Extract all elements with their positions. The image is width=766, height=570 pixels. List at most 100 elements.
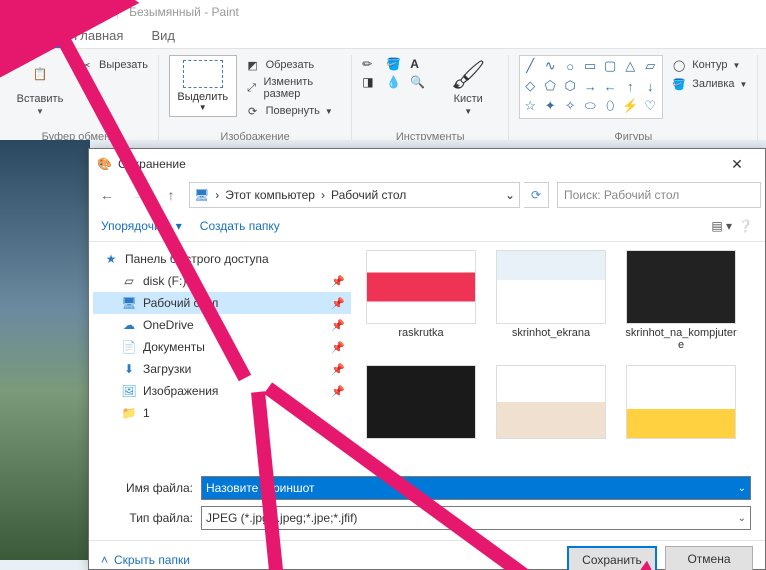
app-icon: 🎨 <box>6 4 22 20</box>
breadcrumb[interactable]: 🖥 › Этот компьютер › Рабочий стол ⌄ <box>189 182 520 208</box>
file-item[interactable] <box>493 365 609 439</box>
pin-icon: 📌 <box>331 363 345 376</box>
resize-button[interactable]: ⤢Изменить размер <box>245 76 342 100</box>
tab-file[interactable]: Файл <box>0 24 60 48</box>
brushes-button[interactable]: 🖌 Кисти ▼ <box>438 55 498 116</box>
file-item[interactable]: raskrutka <box>363 250 479 351</box>
select-button[interactable]: Выделить ▼ <box>169 55 237 117</box>
hide-folders-button[interactable]: ˄Скрыть папки <box>101 553 190 567</box>
pin-icon: 📌 <box>331 385 345 398</box>
crop-button[interactable]: ◩ Обрезать <box>245 57 342 73</box>
pencil-icon[interactable]: ✏ <box>362 57 382 71</box>
tree-desktop[interactable]: 🖥Рабочий стол📌 <box>93 292 351 314</box>
search-input[interactable]: Поиск: Рабочий стол <box>557 182 761 208</box>
bc-pc[interactable]: Этот компьютер <box>225 188 315 202</box>
filename-input[interactable]: Назовите скриншот⌄ <box>201 476 751 500</box>
brushes-label: Кисти <box>454 93 483 105</box>
eraser-icon[interactable]: ◨ <box>362 75 382 89</box>
dialog-nav: ← → ↑ 🖥 › Этот компьютер › Рабочий стол … <box>89 179 765 211</box>
forward-button[interactable]: → <box>125 183 153 207</box>
back-button[interactable]: ← <box>93 183 121 207</box>
file-name: raskrutka <box>398 327 443 339</box>
cancel-button[interactable]: Отмена <box>665 546 753 570</box>
help-button[interactable]: ❔ <box>738 219 753 233</box>
group-clipboard: 📋 Вставить ▼ ✂Вырезать Буфер обмена <box>0 55 159 147</box>
dialog-fields: Имя файла: Назовите скриншот⌄ Тип файла:… <box>89 470 765 540</box>
tree-pictures[interactable]: 🖼Изображения📌 <box>93 380 351 402</box>
file-name: skrinhot_ekrana <box>512 327 590 339</box>
search-placeholder: Поиск: Рабочий стол <box>564 188 679 202</box>
star-icon: ★ <box>103 251 119 267</box>
tree-onedrive[interactable]: ☁OneDrive📌 <box>93 314 351 336</box>
pin-icon: 📌 <box>331 341 345 354</box>
tree-quick-access[interactable]: ★Панель быстрого доступа <box>93 248 351 270</box>
paste-button[interactable]: 📋 Вставить ▼ <box>10 55 70 116</box>
rotate-button[interactable]: ⟳Повернуть ▼ <box>245 103 342 119</box>
zoom-icon[interactable]: 🔍 <box>410 75 430 89</box>
ribbon: 📋 Вставить ▼ ✂Вырезать Буфер обмена Выде… <box>0 49 766 148</box>
pc-icon: 🖥 <box>194 188 209 202</box>
window-title: Безымянный - Paint <box>129 5 239 19</box>
file-item[interactable] <box>363 365 479 439</box>
drive-icon: ▱ <box>121 273 137 289</box>
pin-icon: 📌 <box>331 275 345 288</box>
shapefill-label: Заливка <box>692 78 734 90</box>
outline-button[interactable]: ◯Контур ▼ <box>671 57 747 73</box>
outline-icon: ◯ <box>671 57 687 73</box>
outline-label: Контур <box>692 59 727 71</box>
file-name: skrinhot_na_kompjutere <box>623 327 739 351</box>
doc-icon: 📄 <box>121 339 137 355</box>
bc-desktop[interactable]: Рабочий стол <box>331 188 406 202</box>
file-item[interactable] <box>623 365 739 439</box>
organize-button[interactable]: Упорядочить ▾ <box>101 219 182 233</box>
shape-fill-button[interactable]: 🪣Заливка ▼ <box>671 76 747 92</box>
dialog-titlebar: 🎨 Сохранение ✕ <box>89 149 765 179</box>
tree-folder-1[interactable]: 📁1 <box>93 402 351 424</box>
nav-tree: ★Панель быстрого доступа ▱disk (F:)📌 🖥Ра… <box>89 242 355 470</box>
download-icon: ⬇ <box>121 361 137 377</box>
resize-label: Изменить размер <box>263 76 341 100</box>
crop-label: Обрезать <box>266 59 315 71</box>
dialog-toolbar: Упорядочить ▾ Создать папку ▤ ▾ ❔ <box>89 211 765 242</box>
clipboard-icon: 📋 <box>23 57 57 91</box>
fill-icon[interactable]: 🪣 <box>386 57 406 71</box>
rotate-label: Повернуть <box>266 105 320 117</box>
newfolder-button[interactable]: Создать папку <box>200 219 280 233</box>
file-item[interactable]: skrinhot_ekrana <box>493 250 609 351</box>
shapefill-icon: 🪣 <box>671 76 687 92</box>
canvas-image <box>0 140 90 560</box>
shapes-gallery[interactable]: ╱∿○▭▢△▱ ◇⬠⬡→←↑↓ ☆✦✧⬭⬯⚡♡ <box>519 55 663 119</box>
ribbon-tabs: Файл Главная Вид <box>0 24 766 49</box>
pin-icon: 📌 <box>331 319 345 332</box>
tree-downloads[interactable]: ⬇Загрузки📌 <box>93 358 351 380</box>
dialog-icon: 🎨 <box>97 157 112 171</box>
pin-icon: 📌 <box>331 297 345 310</box>
close-button[interactable]: ✕ <box>717 150 757 178</box>
select-rect-icon <box>183 60 223 88</box>
filename-label: Имя файла: <box>103 481 193 495</box>
tab-view[interactable]: Вид <box>137 24 189 48</box>
crop-icon: ◩ <box>245 57 261 73</box>
scissors-icon: ✂ <box>78 57 94 73</box>
dialog-title: Сохранение <box>118 157 186 171</box>
undo-icon[interactable]: ↶ <box>50 4 66 20</box>
group-shapes: ╱∿○▭▢△▱ ◇⬠⬡→←↑↓ ☆✦✧⬭⬯⚡♡ ◯Контур ▼ 🪣Залив… <box>509 55 758 147</box>
qat-dropdown-icon[interactable]: ▾ <box>94 4 110 20</box>
dialog-footer: ˄Скрыть папки Сохранить Отмена <box>89 540 765 570</box>
text-icon[interactable]: A <box>410 57 430 71</box>
tree-documents[interactable]: 📄Документы📌 <box>93 336 351 358</box>
picker-icon[interactable]: 💧 <box>386 75 406 89</box>
filetype-select[interactable]: JPEG (*.jpg;*.jpeg;*.jpe;*.jfif)⌄ <box>201 506 751 530</box>
view-button[interactable]: ▤ ▾ <box>711 219 732 233</box>
brush-icon: 🖌 <box>451 57 485 91</box>
file-list: raskrutka skrinhot_ekrana skrinhot_na_ko… <box>355 242 765 470</box>
up-button[interactable]: ↑ <box>157 183 185 207</box>
tree-disk-f[interactable]: ▱disk (F:)📌 <box>93 270 351 292</box>
save-button[interactable]: Сохранить <box>567 546 657 570</box>
refresh-button[interactable]: ⟳ <box>524 182 549 208</box>
file-item[interactable]: skrinhot_na_kompjutere <box>623 250 739 351</box>
redo-icon[interactable]: ↷ <box>72 4 88 20</box>
tab-home[interactable]: Главная <box>60 24 137 48</box>
cut-button[interactable]: ✂Вырезать <box>78 57 148 73</box>
save-icon[interactable]: 💾 <box>28 4 44 20</box>
